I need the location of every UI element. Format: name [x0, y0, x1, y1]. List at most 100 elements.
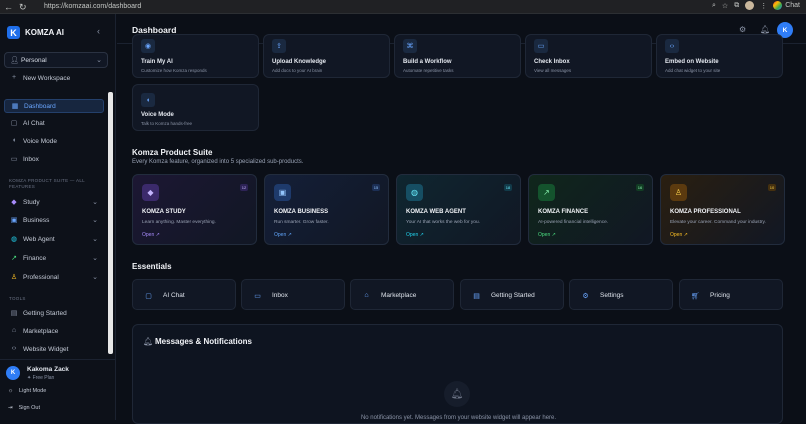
chat-extension-button[interactable]: Chat — [773, 1, 800, 10]
sidebar-item-professional[interactable]: ♙ Professional ⌄ — [4, 271, 104, 285]
sidebar-item-label: Getting Started — [23, 310, 67, 317]
user-name: Kakoma Zack — [27, 366, 69, 373]
briefcase-icon: ▣ — [10, 217, 18, 224]
new-workspace-label: New Workspace — [23, 75, 71, 82]
sidebar-item-voice-mode[interactable]: ◖ Voice Mode — [4, 135, 104, 149]
plus-icon: + — [11, 74, 17, 81]
suite-card-professional[interactable]: ♙ 10 KOMZA PROFESSIONAL Elevate your car… — [660, 174, 785, 245]
chevron-down-icon: ⌄ — [92, 217, 98, 224]
sidebar-item-label: Inbox — [23, 156, 39, 163]
sidebar-item-website-widget[interactable]: ‹› Website Widget — [4, 343, 104, 357]
suite-card-open-link[interactable]: Open ↗ — [670, 232, 688, 238]
mic-icon: ◖ — [11, 137, 17, 144]
browser-toolbar: ← ↻ https://komzaai.com/dashboard ⌕ ☆ ⧉ … — [0, 0, 806, 14]
sidebar-item-label: AI Chat — [23, 120, 45, 127]
sidebar-item-dashboard[interactable]: ▦ Dashboard — [4, 99, 104, 113]
suite-card-business[interactable]: ▣ 15 KOMZA BUSINESS Run smarter. Grow fa… — [264, 174, 389, 245]
workspace-select[interactable]: 👤︎ Personal ⌄ — [4, 52, 108, 68]
sidebar-item-getting-started[interactable]: ▤ Getting Started — [4, 307, 104, 321]
quick-action-check-inbox[interactable]: ▭ Check Inbox View all messages — [525, 34, 652, 78]
back-icon[interactable]: ← — [4, 2, 13, 12]
suite-card-open-link[interactable]: Open ↗ — [538, 232, 556, 238]
suite-card-tagline: AI-powered financial intelligence. — [538, 220, 609, 225]
sidebar-item-web-agent[interactable]: ◍ Web Agent ⌄ — [4, 233, 104, 247]
suite-card-finance[interactable]: ↗ 16 KOMZA FINANCE AI-powered financial … — [528, 174, 653, 245]
gear-icon[interactable]: ⚙ — [739, 25, 746, 34]
chat-icon: ▢ — [145, 292, 152, 300]
quick-action-build-workflow[interactable]: ⌘ Build a Workflow Automate repetitive t… — [394, 34, 521, 78]
suite-card-open-link[interactable]: Open ↗ — [142, 232, 160, 238]
suite-subtitle: Every Komza feature, organized into 5 sp… — [132, 159, 304, 165]
store-icon: ⌂ — [11, 327, 17, 334]
quick-action-voice-mode[interactable]: ◖ Voice Mode Talk to Komza hands-free — [132, 84, 259, 131]
avatar: K — [6, 366, 20, 380]
quick-action-desc: Automate repetitive tasks — [403, 68, 454, 73]
sidebar-item-finance[interactable]: ↗ Finance ⌄ — [4, 252, 104, 266]
bell-icon: 🔔︎ — [444, 381, 470, 407]
brand[interactable]: K KOMZA AI — [7, 26, 64, 39]
quick-action-train-ai[interactable]: ◉ Train My AI Customize how Komza respon… — [132, 34, 259, 78]
quick-action-title: Voice Mode — [141, 112, 174, 118]
essential-settings[interactable]: ⚙ Settings — [569, 279, 673, 310]
suite-card-open-link[interactable]: Open ↗ — [406, 232, 424, 238]
brand-name: KOMZA AI — [25, 28, 64, 37]
messages-panel: 🔔︎ Messages & Notifications 🔔︎ No notifi… — [132, 324, 783, 424]
feature-count-badge: 12 — [240, 184, 248, 191]
collapse-sidebar-icon[interactable]: ‹ — [97, 26, 100, 36]
chevron-down-icon: ⌄ — [92, 199, 98, 206]
cart-icon: 🛒︎ — [691, 292, 700, 300]
feature-count-badge: 10 — [768, 184, 776, 191]
suite-card-name: KOMZA FINANCE — [538, 209, 589, 215]
new-workspace-button[interactable]: + New Workspace — [4, 72, 104, 86]
address-bar[interactable]: https://komzaai.com/dashboard — [34, 2, 724, 12]
quick-action-desc: Talk to Komza hands-free — [141, 121, 193, 126]
user-profile[interactable]: K Kakoma Zack ✦ Free Plan ☼ Light Mode ⇥ S… — [0, 359, 116, 420]
suite-card-open-link[interactable]: Open ↗ — [274, 232, 292, 238]
quick-action-title: Build a Workflow — [403, 59, 452, 65]
messages-title: Messages & Notifications — [155, 337, 252, 346]
menu-icon[interactable]: ⋮ — [760, 2, 767, 10]
globe-icon: ◍ — [10, 236, 18, 243]
extensions-icon[interactable]: ⧉ — [734, 2, 739, 10]
chevron-down-icon: ⌄ — [92, 274, 98, 281]
reload-icon[interactable]: ↻ — [19, 2, 27, 13]
sidebar-scrollbar[interactable] — [108, 92, 113, 354]
suite-card-web-agent[interactable]: ◍ 18 KOMZA WEB AGENT Your AI that works … — [396, 174, 521, 245]
quick-action-embed-website[interactable]: ‹› Embed on Website Add chat widget to y… — [656, 34, 783, 78]
essential-pricing[interactable]: 🛒︎ Pricing — [679, 279, 783, 310]
empty-state-text: No notifications yet. Messages from your… — [360, 415, 557, 421]
workspace-label: Personal — [21, 57, 47, 64]
quick-action-title: Check Inbox — [534, 59, 570, 65]
sidebar-item-inbox[interactable]: ▭ Inbox — [4, 153, 104, 167]
quick-action-desc: Add chat widget to your site — [665, 68, 721, 73]
url-text[interactable]: https://komzaai.com/dashboard — [44, 2, 141, 12]
brain-icon: ◉ — [141, 39, 155, 53]
sign-out-label: Sign Out — [18, 405, 41, 411]
essential-getting-started[interactable]: ▤ Getting Started — [460, 279, 564, 310]
sign-out-button[interactable]: ⇥ Sign Out — [8, 405, 40, 411]
quick-action-title: Upload Knowledge — [272, 59, 326, 65]
bookmark-star-icon[interactable]: ☆ — [722, 2, 728, 10]
bell-icon[interactable]: 🔔︎ — [760, 25, 770, 34]
graduation-cap-icon: ◆ — [142, 184, 159, 201]
book-icon: ▤ — [473, 292, 480, 300]
sidebar-item-ai-chat[interactable]: ▢ AI Chat — [4, 117, 104, 131]
chat-extension-label: Chat — [785, 2, 800, 9]
quick-action-upload-knowledge[interactable]: ⇪ Upload Knowledge Add docs to your AI b… — [263, 34, 390, 78]
light-mode-button[interactable]: ☼ Light Mode — [8, 388, 46, 394]
feature-count-badge: 16 — [636, 184, 644, 191]
quick-action-desc: Add docs to your AI brain — [272, 68, 323, 73]
sidebar-item-marketplace[interactable]: ⌂ Marketplace — [4, 325, 104, 339]
essential-ai-chat[interactable]: ▢ AI Chat — [132, 279, 236, 310]
sidebar-item-business[interactable]: ▣ Business ⌄ — [4, 214, 104, 228]
essential-inbox[interactable]: ▭ Inbox — [241, 279, 345, 310]
essential-marketplace[interactable]: ⌂ Marketplace — [350, 279, 454, 310]
suite-card-study[interactable]: ◆ 12 KOMZA STUDY Learn anything. Master … — [132, 174, 257, 245]
browser-profile-avatar[interactable] — [745, 1, 755, 10]
zoom-icon[interactable]: ⌕ — [712, 2, 716, 10]
chevron-down-icon: ⌄ — [92, 236, 98, 243]
plan-label: Free Plan — [32, 375, 55, 381]
sidebar-item-study[interactable]: ◆ Study ⌄ — [4, 196, 104, 210]
essentials-title: Essentials — [132, 262, 172, 271]
gear-icon: ⚙ — [582, 292, 589, 300]
